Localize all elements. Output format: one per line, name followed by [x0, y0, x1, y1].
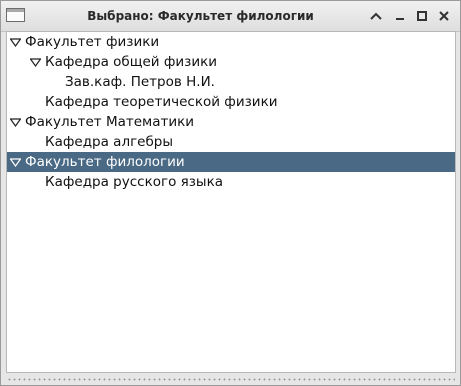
tree-row-dept-russian[interactable]: Кафедра русского языка	[7, 172, 455, 192]
tree-row-label: Кафедра общей физики	[45, 54, 218, 70]
window-icon[interactable]	[6, 8, 25, 22]
tree-row-dept-general-physics[interactable]: Кафедра общей физики	[7, 52, 455, 72]
tree-row-label: Кафедра теоретической физики	[45, 94, 278, 110]
tree-row-label: Факультет Математики	[25, 114, 195, 130]
tree-row-label: Кафедра русского языка	[45, 174, 224, 190]
tree-row-head-petrov[interactable]: Зав.каф. Петров Н.И.	[7, 72, 455, 92]
tree-row-label: Кафедра алгебры	[45, 134, 174, 150]
expand-arrow-icon[interactable]	[10, 118, 21, 127]
tree-row-dept-algebra[interactable]: Кафедра алгебры	[7, 132, 455, 152]
minimize-icon[interactable]	[391, 7, 409, 25]
app-window: Выбрано: Факультет филологии Факультет ф…	[0, 0, 461, 386]
close-icon[interactable]	[435, 7, 453, 25]
tree-row-label: Факультет физики	[25, 34, 160, 50]
tree-row-dept-theoretical-physics[interactable]: Кафедра теоретической физики	[7, 92, 455, 112]
tree-row-label: Зав.каф. Петров Н.И.	[65, 74, 215, 90]
expand-arrow-icon[interactable]	[10, 158, 21, 167]
tree-row-faculty-philology[interactable]: Факультет филологии	[7, 152, 455, 172]
title-bar[interactable]: Выбрано: Факультет филологии	[1, 1, 460, 32]
tree-row-label: Факультет филологии	[25, 154, 185, 170]
expand-arrow-icon[interactable]	[30, 58, 41, 67]
up-arrow-icon[interactable]	[367, 7, 385, 25]
expand-arrow-icon[interactable]	[10, 38, 21, 47]
tree-row-faculty-physics[interactable]: Факультет физики	[7, 32, 455, 52]
maximize-icon[interactable]	[413, 7, 431, 25]
tree-row-faculty-math[interactable]: Факультет Математики	[7, 112, 455, 132]
window-title: Выбрано: Факультет филологии	[87, 9, 314, 23]
tree-view[interactable]: Факультет физики Кафедра общей физики За…	[6, 31, 456, 373]
resize-grip[interactable]	[7, 378, 455, 381]
